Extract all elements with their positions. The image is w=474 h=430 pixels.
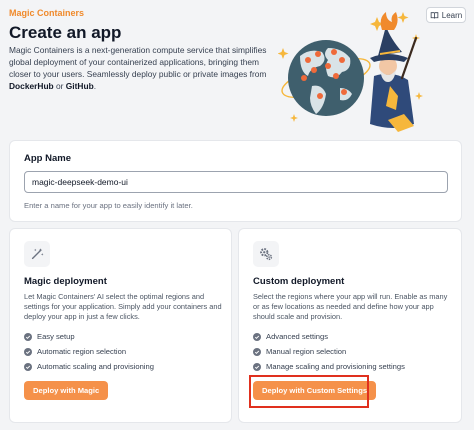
deploy-with-magic-button[interactable]: Deploy with Magic	[24, 381, 109, 400]
check-circle-icon	[253, 347, 261, 356]
create-app-page: Magic Containers Create an app Magic Con…	[0, 0, 474, 430]
intro-text: Magic Containers is a next-generation co…	[9, 44, 271, 92]
list-item: Easy setup	[24, 329, 154, 344]
custom-deployment-description: Select the regions where your app will r…	[253, 292, 448, 321]
intro-end: .	[93, 81, 97, 91]
deploy-with-custom-settings-button[interactable]: Deploy with Custom Settings	[253, 381, 377, 400]
wizard-globe-illustration	[278, 12, 423, 132]
check-circle-icon	[24, 347, 32, 356]
feature-label: Easy setup	[37, 332, 75, 341]
list-item: Manage scaling and provisioning settings	[253, 359, 405, 374]
list-item: Advanced settings	[253, 329, 405, 344]
list-item: Automatic scaling and provisioning	[24, 359, 154, 374]
page-title: Create an app	[9, 23, 122, 42]
magic-wand-icon	[24, 241, 50, 267]
magic-deployment-card[interactable]: Magic deployment Let Magic Containers' A…	[9, 228, 232, 423]
check-circle-icon	[24, 362, 32, 371]
custom-deployment-card[interactable]: Custom deployment Select the regions whe…	[238, 228, 462, 423]
gears-icon	[253, 241, 279, 267]
list-item: Automatic region selection	[24, 344, 154, 359]
magic-deployment-description: Let Magic Containers' AI select the opti…	[24, 292, 222, 321]
intro-or: or	[53, 81, 66, 91]
feature-label: Automatic scaling and provisioning	[37, 362, 154, 371]
feature-label: Advanced settings	[266, 332, 329, 341]
app-name-label: App Name	[24, 153, 71, 164]
learn-button[interactable]: Learn	[426, 7, 466, 23]
dockerhub-text: DockerHub	[9, 81, 54, 91]
app-name-input[interactable]	[24, 171, 448, 193]
magic-deployment-title: Magic deployment	[24, 276, 107, 287]
feature-label: Automatic region selection	[37, 347, 127, 356]
check-circle-icon	[253, 332, 261, 341]
check-circle-icon	[24, 332, 32, 341]
github-text: GitHub	[65, 81, 94, 91]
check-circle-icon	[253, 362, 261, 371]
feature-label: Manage scaling and provisioning settings	[266, 362, 405, 371]
intro-body: Magic Containers is a next-generation co…	[9, 45, 267, 79]
list-item: Manual region selection	[253, 344, 405, 359]
magic-feature-list: Easy setup Automatic region selection Au…	[24, 329, 154, 374]
app-name-help: Enter a name for your app to easily iden…	[24, 201, 193, 210]
feature-label: Manual region selection	[266, 347, 347, 356]
custom-feature-list: Advanced settings Manual region selectio…	[253, 329, 405, 374]
app-name-card: App Name Enter a name for your app to ea…	[9, 140, 462, 222]
learn-label: Learn	[441, 10, 463, 20]
book-icon	[430, 11, 439, 19]
breadcrumb[interactable]: Magic Containers	[9, 8, 84, 18]
custom-deployment-title: Custom deployment	[253, 276, 345, 287]
